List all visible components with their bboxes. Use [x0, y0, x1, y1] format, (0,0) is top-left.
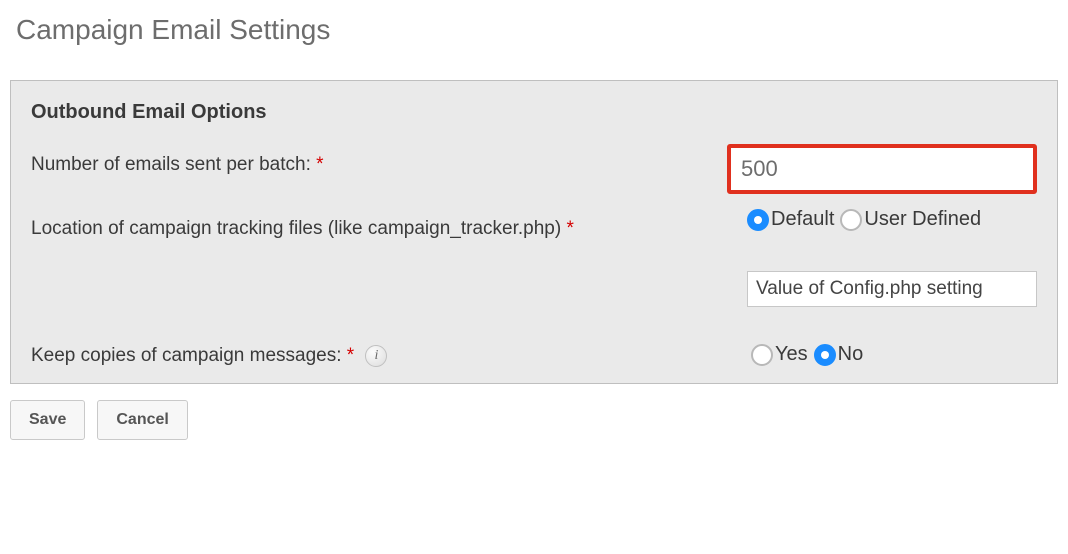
save-button[interactable]: Save [10, 400, 85, 440]
tracking-label: Location of campaign tracking files (lik… [31, 208, 747, 242]
batch-size-input[interactable] [727, 144, 1037, 194]
row-batch: Number of emails sent per batch: * [31, 144, 1037, 194]
keep-label: Keep copies of campaign messages: * i [31, 343, 751, 369]
required-asterisk: * [316, 154, 323, 175]
keep-radio-group: Yes No [751, 343, 1037, 366]
section-heading: Outbound Email Options [31, 101, 1037, 124]
required-asterisk: * [566, 218, 573, 239]
row-keep: Keep copies of campaign messages: * i Ye… [31, 343, 1037, 369]
keep-yes-radio[interactable] [751, 344, 773, 366]
config-value-input[interactable] [747, 271, 1037, 307]
outbound-email-panel: Outbound Email Options Number of emails … [10, 80, 1058, 384]
tracking-label-text: Location of campaign tracking files (lik… [31, 218, 566, 239]
keep-label-text: Keep copies of campaign messages: [31, 345, 347, 366]
tracking-default-radio[interactable] [747, 209, 769, 231]
cancel-button[interactable]: Cancel [97, 400, 187, 440]
batch-label-text: Number of emails sent per batch: [31, 154, 316, 175]
page-title: Campaign Email Settings [16, 14, 1058, 46]
keep-no-label[interactable]: No [838, 343, 864, 366]
button-row: Save Cancel [10, 400, 1058, 440]
keep-no-radio[interactable] [814, 344, 836, 366]
info-icon[interactable]: i [365, 345, 387, 367]
tracking-user-label[interactable]: User Defined [864, 208, 981, 231]
tracking-user-radio[interactable] [840, 209, 862, 231]
tracking-radio-group: Default User Defined [747, 208, 1037, 231]
row-tracking: Location of campaign tracking files (lik… [31, 208, 1037, 307]
tracking-default-label[interactable]: Default [771, 208, 834, 231]
keep-yes-label[interactable]: Yes [775, 343, 808, 366]
required-asterisk: * [347, 345, 354, 366]
batch-label: Number of emails sent per batch: * [31, 144, 727, 178]
